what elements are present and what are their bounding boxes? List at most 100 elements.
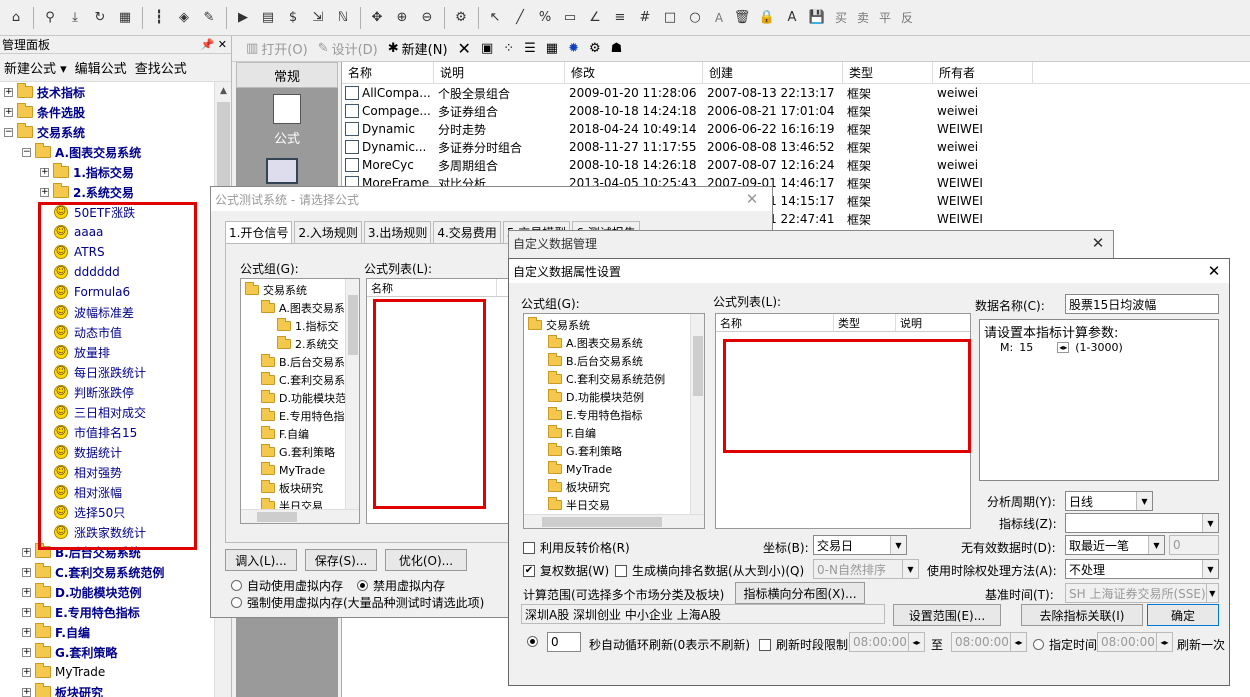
lock-icon[interactable]: 🔒 (755, 6, 779, 30)
tree-node[interactable]: 2.系统交 (277, 335, 339, 353)
list-row[interactable]: Compage... 多证券组合 2008-10-18 14:24:18 2006-0… (342, 102, 1250, 120)
formula-item[interactable]: ☺ 50ETF涨跌 (54, 202, 135, 222)
shrink-icon[interactable]: ⇲ (306, 6, 330, 30)
tree-node[interactable]: 板块研究 (261, 479, 323, 497)
tree-node[interactable]: + 板块研究 (22, 682, 103, 697)
auto-vm-option[interactable]: 自动使用虚拟内存 (231, 577, 343, 594)
pin-icon[interactable]: 📌 ✕ (201, 38, 227, 51)
tree-node[interactable]: 1.指标交 (277, 317, 339, 335)
col-type[interactable]: 类型 (843, 62, 933, 83)
fq-method-select[interactable]: 不处理 ▼ (1065, 559, 1219, 579)
formula-item[interactable]: ☺ 波幅标准差 (54, 302, 134, 322)
delete-icon[interactable]: ✕ (458, 39, 471, 58)
set-range-button[interactable]: 设置范围(E)... (893, 604, 1001, 626)
line-icon[interactable]: ╱ (508, 6, 532, 30)
formula-item[interactable]: ☺ 判断涨跌停 (54, 382, 134, 402)
optimize-button[interactable]: 优化(O)... (385, 549, 467, 571)
dollar-icon[interactable]: $ (281, 6, 305, 30)
tree-node[interactable]: − A.图表交易系统 (22, 142, 141, 162)
tree-node[interactable]: + F.自编 (22, 622, 90, 642)
group-tree[interactable]: 交易系统 A.图表交易系 1.指标交 2.系统交 B.后台交易系 C.套利交易系 D.功能模… (240, 278, 360, 524)
close-icon[interactable]: ✕ (1083, 234, 1113, 252)
find-formula-menu[interactable]: 查找公式 (135, 58, 187, 77)
tree-node[interactable]: + 技术指标 (4, 82, 85, 102)
close-icon[interactable]: ✕ (1199, 262, 1229, 280)
list-row[interactable]: AllCompa... 个股全景组合 2009-01-20 11:28:06 2007… (342, 84, 1250, 102)
grid-icon[interactable]: ▦ (113, 6, 137, 30)
open-button[interactable]: ▥ 打开(O) (246, 39, 308, 58)
spin-icon[interactable]: ◂▸ (1057, 342, 1070, 353)
tree-node[interactable]: D.功能模块范 (261, 389, 346, 407)
tree-node[interactable]: A.图表交易系 (261, 299, 345, 317)
group-tree[interactable]: 交易系统 A.图表交易系统 B.后台交易系统 C.套利交易系统范例 D.功能模块范例 E.… (523, 313, 705, 529)
formula-listbox[interactable]: 名称 (366, 278, 511, 524)
percent-icon[interactable]: % (533, 6, 557, 30)
col-desc[interactable]: 说明 (434, 62, 565, 83)
new-formula-menu[interactable]: 新建公式 ▾ (4, 58, 67, 77)
tree-node[interactable]: F.自编 (548, 424, 596, 442)
formula-item[interactable]: ☺ 涨跌家数统计 (54, 522, 146, 542)
rank-option[interactable]: 生成横向排名数据(从大到小)(Q) (615, 562, 804, 579)
refresh-once-label[interactable]: 刷新一次 (1177, 636, 1225, 653)
formula-item[interactable]: ☺ 动态市值 (54, 322, 122, 342)
text-tool[interactable]: A (708, 6, 730, 30)
close-icon[interactable]: ✕ (732, 190, 772, 208)
param-value[interactable]: 15 (1019, 341, 1051, 354)
font-color-icon[interactable]: A (780, 6, 804, 30)
tree-node[interactable]: 板块研究 (548, 478, 610, 496)
formula-icon[interactable]: ℕ (331, 6, 355, 30)
formula-category[interactable]: 公式 (262, 94, 312, 154)
formula-item[interactable]: ☺ 相对涨幅 (54, 482, 122, 502)
tree-scrollbar[interactable] (690, 314, 704, 514)
tree-node[interactable]: + C.套利交易系统范例 (22, 562, 164, 582)
formula-item[interactable]: ☺ 数据统计 (54, 442, 122, 462)
category-header[interactable]: 常规 (236, 62, 338, 88)
formula-listbox[interactable]: 名称 类型 说明 (715, 313, 971, 529)
circle-icon[interactable]: ○ (683, 6, 707, 30)
tree-node[interactable]: C.套利交易系 (261, 371, 345, 389)
formula-item[interactable]: ☺ 放量排 (54, 342, 110, 362)
tree-node[interactable]: MyTrade (261, 461, 325, 479)
gear-blue-icon[interactable]: ✹ (568, 41, 579, 56)
formula-item[interactable]: ☺ 三日相对成交 (54, 402, 146, 422)
formula-item[interactable]: ☺ 选择50只 (54, 502, 125, 522)
sell-tool[interactable]: 卖 (852, 6, 874, 30)
ruler-icon[interactable]: ▭ (558, 6, 582, 30)
spec-time-input[interactable]: 08:00:00 ◂▸ (1097, 632, 1173, 652)
list-row[interactable]: Dynamic... 多证券分时组合 2008-11-27 11:17:55 2006… (342, 138, 1250, 156)
new-button[interactable]: ✱ 新建(N) (388, 39, 448, 58)
list-row[interactable]: MoreCyc 多周期组合 2008-10-18 14:26:18 2007-08-0… (342, 156, 1250, 174)
rank-select[interactable]: 0-N自然排序 ▼ (813, 559, 919, 579)
small-icons-icon[interactable]: ⁘ (503, 41, 514, 56)
remove-link-button[interactable]: 去除指标关联(I) (1021, 604, 1143, 626)
save-button[interactable]: 保存(S)... (305, 549, 377, 571)
indicator-select[interactable]: ▼ (1065, 513, 1219, 533)
refresh-icon[interactable]: ↻ (88, 6, 112, 30)
tree-node[interactable]: + 条件选股 (4, 102, 85, 122)
col-owner[interactable]: 所有者 (933, 62, 1033, 83)
play-icon[interactable]: ▶ (231, 6, 255, 30)
tree-node[interactable]: B.后台交易系 (261, 353, 345, 371)
period-select[interactable]: 日线 ▼ (1065, 491, 1153, 511)
tree-node[interactable]: + G.套利策略 (22, 642, 117, 662)
col-created[interactable]: 创建 (703, 62, 843, 83)
buy-tool[interactable]: 买 (830, 6, 852, 30)
hash-icon[interactable]: # (633, 6, 657, 30)
tree-node[interactable]: +2.系统交易 (40, 182, 134, 202)
zoom-out-icon[interactable]: ⊖ (415, 6, 439, 30)
edit-icon[interactable]: ✎ (197, 6, 221, 30)
tree-node[interactable]: D.功能模块范例 (548, 388, 644, 406)
refresh-seconds-input[interactable]: 0 (547, 632, 581, 652)
link-icon[interactable]: ⚲ (38, 6, 62, 30)
tree-node[interactable]: 交易系统 (528, 316, 590, 334)
period-limit-option[interactable]: 刷新时段限制 (759, 636, 848, 653)
edit-formula-menu[interactable]: 编辑公式 (75, 58, 127, 77)
time-from-input[interactable]: 08:00:00 ◂▸ (849, 632, 925, 652)
tree-hscrollbar[interactable] (241, 509, 359, 523)
distribution-button[interactable]: 指标横向分布图(X)... (735, 582, 865, 604)
fq-option[interactable]: ✔ 复权数据(W) (523, 562, 609, 579)
settings-icon[interactable]: ⚙ (449, 6, 473, 30)
tab-entry-rules[interactable]: 2.入场规则 (294, 221, 362, 243)
formula-item[interactable]: ☺ 每日涨跌统计 (54, 362, 146, 382)
trash-icon[interactable]: 🗑 (730, 6, 754, 30)
